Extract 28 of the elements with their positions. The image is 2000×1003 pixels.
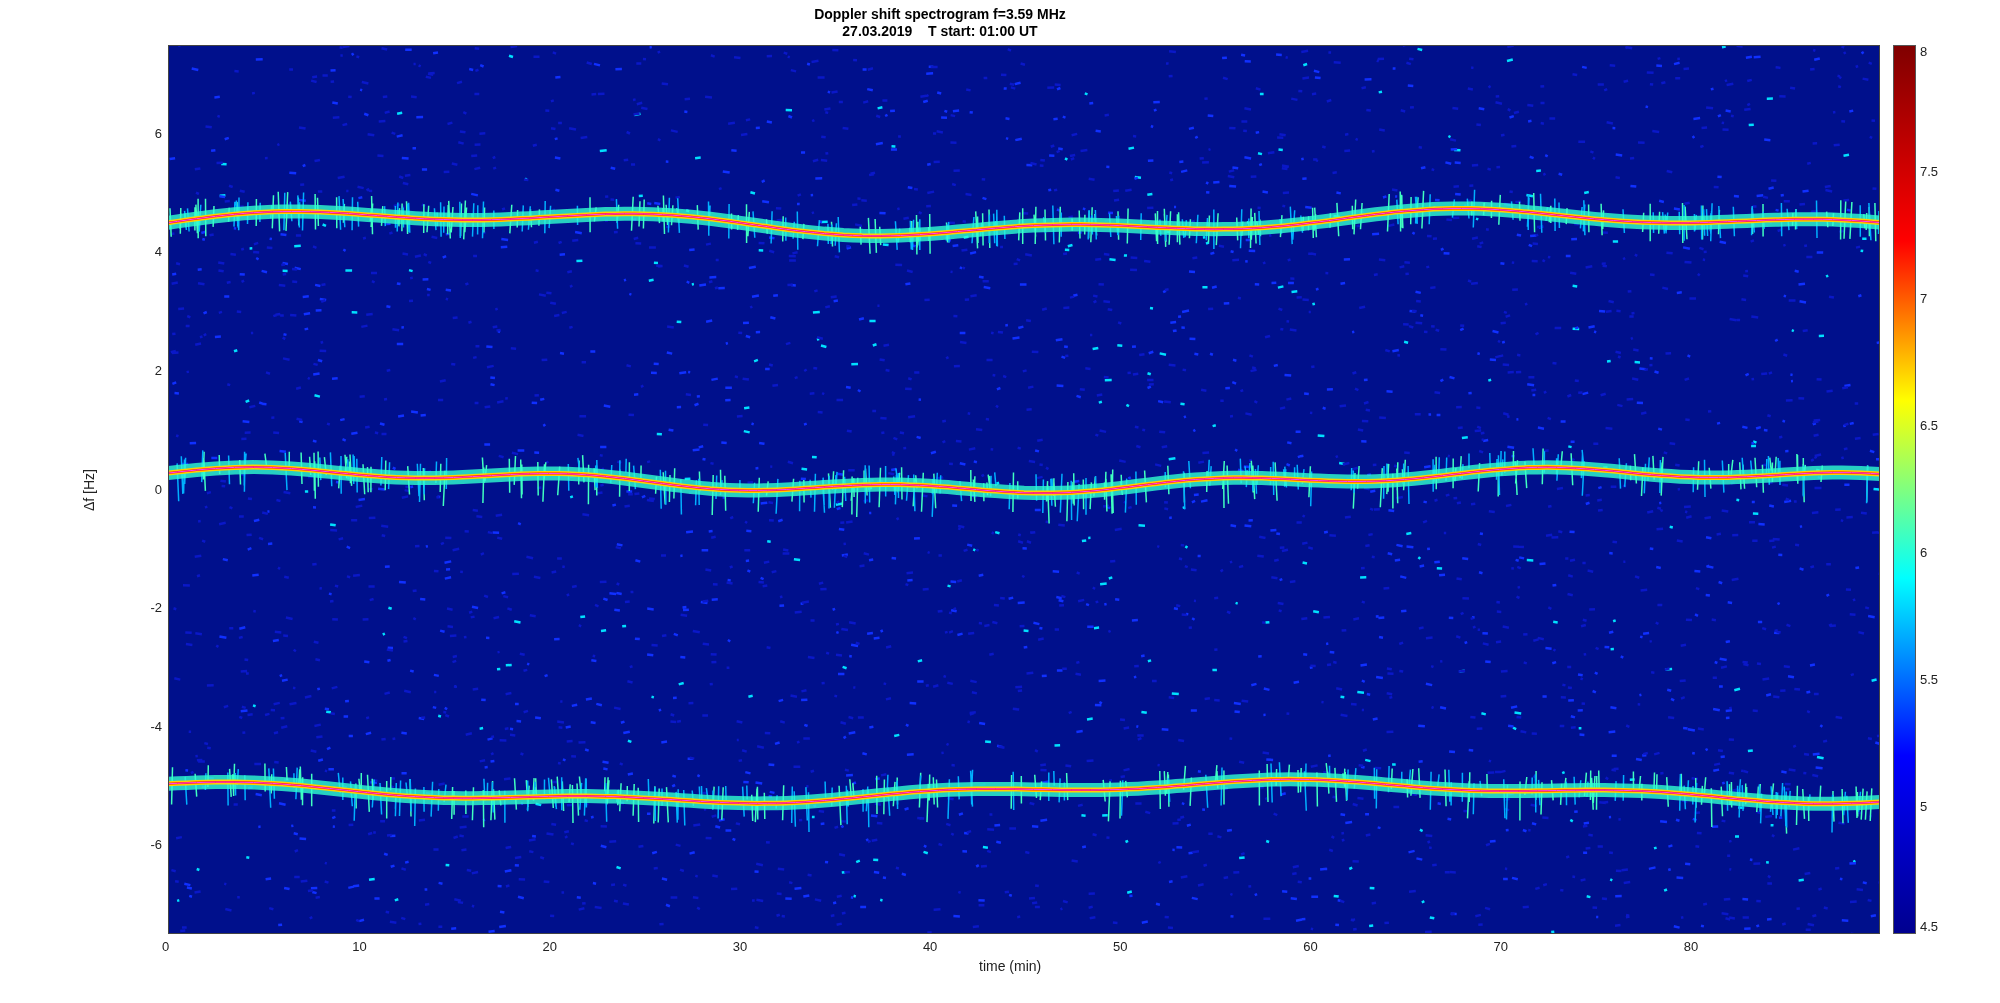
y-tick-label: 0 xyxy=(154,482,162,497)
y-axis-label: Δf [Hz] xyxy=(81,468,97,511)
x-tick-label: 30 xyxy=(732,940,748,954)
y-tick-label: 4 xyxy=(154,245,162,260)
colorbar-tick-label: 5 xyxy=(1920,800,1928,814)
y-tick-label: -6 xyxy=(150,838,162,853)
y-tick-label: -4 xyxy=(150,719,162,734)
colorbar-tick-label: 5.5 xyxy=(1920,673,1939,687)
colorbar-tick-label: 6 xyxy=(1920,546,1928,560)
colorbar-tick-label: 7.5 xyxy=(1920,165,1939,179)
x-tick-label: 50 xyxy=(1113,940,1128,954)
x-tick-label: 20 xyxy=(542,940,557,954)
colorbar-tick-label: 7 xyxy=(1920,292,1928,306)
x-tick-label: 70 xyxy=(1493,940,1508,954)
chart-title: 27.03.2019 T start: 01:00 UT xyxy=(842,22,1038,40)
x-tick-label: 60 xyxy=(1303,940,1318,954)
x-tick-label: 0 xyxy=(162,940,170,954)
y-tick-label: 6 xyxy=(154,126,162,141)
y-tick-label: -2 xyxy=(150,601,162,616)
x-axis-label: time (min) xyxy=(979,958,1042,974)
x-tick-label: 40 xyxy=(922,940,938,954)
colorbar-tick-label: 8 xyxy=(1920,45,1928,59)
y-tick-label: 2 xyxy=(154,363,162,378)
colorbar-tick-label: 4.5 xyxy=(1920,920,1939,934)
colorbar-tick-label: 6.5 xyxy=(1920,419,1939,433)
x-tick-label: 10 xyxy=(352,940,367,954)
chart-title: Doppler shift spectrogram f=3.59 MHz xyxy=(814,5,1066,23)
x-tick-label: 80 xyxy=(1683,940,1699,954)
